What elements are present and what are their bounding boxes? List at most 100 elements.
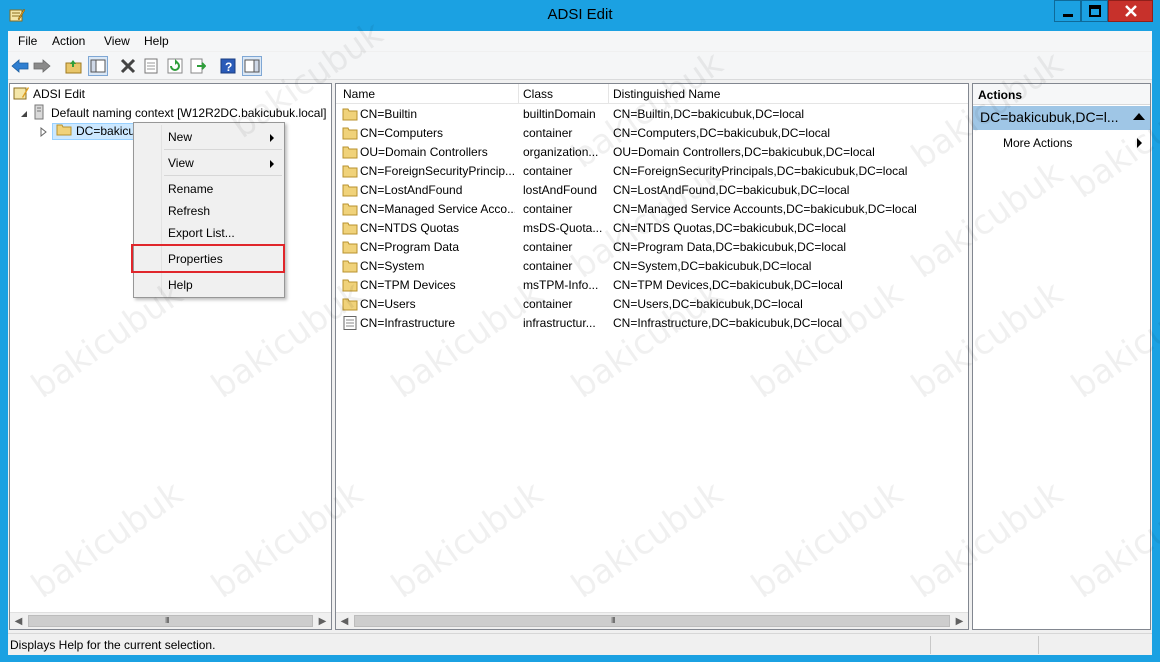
title-bar[interactable]: ADSI Edit	[0, 0, 1160, 30]
back-arrow-icon[interactable]	[10, 56, 30, 76]
maximize-button[interactable]	[1081, 0, 1108, 22]
list-row[interactable]: CN=NTDS Quotas msDS-Quota... CN=NTDS Quota…	[336, 219, 968, 238]
column-separator[interactable]	[518, 84, 519, 104]
grip-icon: III	[165, 616, 170, 625]
folder-icon	[342, 202, 358, 216]
list-cell-name: CN=ForeignSecurityPrincip...	[360, 164, 515, 178]
column-separator[interactable]	[608, 84, 609, 104]
list-cell-class: container	[523, 240, 573, 254]
list-row[interactable]: CN=Program Data container CN=Program Data,…	[336, 238, 968, 257]
minimize-button[interactable]	[1054, 0, 1081, 22]
context-menu-new[interactable]: New	[168, 130, 192, 144]
list-row[interactable]: CN=System container CN=System,DC=bakicubuk…	[336, 257, 968, 276]
list-cell-dn: CN=Computers,DC=bakicubuk,DC=local	[613, 126, 831, 140]
tree-horizontal-scrollbar[interactable]: ◀ III ▶	[10, 612, 331, 629]
list-cell-name: CN=Infrastructure	[360, 316, 456, 330]
list-cell-dn: CN=Builtin,DC=bakicubuk,DC=local	[613, 107, 805, 121]
actions-pane: Actions DC=bakicubuk,DC=l... More Action…	[972, 83, 1151, 630]
show-action-pane-icon[interactable]	[242, 56, 262, 76]
list-row[interactable]: OU=Domain Controllers organization... OU=D…	[336, 143, 968, 162]
menu-file[interactable]: File	[18, 34, 37, 48]
menu-action[interactable]: Action	[52, 34, 85, 48]
collapse-up-triangle-icon[interactable]	[1133, 113, 1145, 120]
help-icon[interactable]: ?	[218, 56, 238, 76]
list-row[interactable]: CN=Managed Service Acco... container CN=Ma…	[336, 200, 968, 219]
folder-icon	[342, 240, 358, 254]
delete-icon[interactable]	[118, 56, 138, 76]
list-cell-dn: CN=NTDS Quotas,DC=bakicubuk,DC=local	[613, 221, 847, 235]
context-menu-export-list[interactable]: Export List...	[168, 226, 235, 240]
scroll-left-arrow-icon[interactable]: ◀	[336, 613, 353, 630]
list-cell-class: builtinDomain	[523, 107, 596, 121]
list-row[interactable]: CN=Computers container CN=Computers,DC=bak…	[336, 124, 968, 143]
expand-triangle-icon[interactable]	[38, 126, 48, 138]
folder-icon	[342, 126, 358, 140]
list-row[interactable]: CN=TPM Devices msTPM-Info... CN=TPM Device…	[336, 276, 968, 295]
list-row[interactable]: CN=Builtin builtinDomain CN=Builtin,DC=bak…	[336, 105, 968, 124]
list-cell-dn: CN=ForeignSecurityPrincipals,DC=bakicubu…	[613, 164, 908, 178]
adsi-edit-icon	[13, 85, 29, 104]
scroll-left-arrow-icon[interactable]: ◀	[10, 613, 27, 630]
list-cell-class: organization...	[523, 145, 599, 159]
scroll-thumb[interactable]	[28, 615, 313, 627]
properties-icon[interactable]	[141, 56, 161, 76]
context-menu-help[interactable]: Help	[168, 278, 193, 292]
folder-icon	[342, 145, 358, 159]
folder-icon	[342, 259, 358, 273]
scroll-right-arrow-icon[interactable]: ▶	[951, 613, 968, 630]
toolbar: ?	[8, 52, 1152, 80]
window-title: ADSI Edit	[547, 6, 613, 23]
list-cell-name: CN=Builtin	[360, 107, 418, 121]
menu-view[interactable]: View	[104, 34, 130, 48]
context-menu-refresh[interactable]: Refresh	[168, 204, 210, 218]
list-cell-dn: CN=TPM Devices,DC=bakicubuk,DC=local	[613, 278, 843, 292]
menu-help[interactable]: Help	[144, 34, 169, 48]
results-list-pane[interactable]: Name Class Distinguished Name CN=Builtin…	[335, 83, 969, 630]
submenu-arrow-icon	[270, 160, 274, 168]
folder-icon	[342, 164, 358, 178]
list-cell-name: CN=Users	[360, 297, 416, 311]
more-actions-link[interactable]: More Actions	[1003, 136, 1072, 150]
list-horizontal-scrollbar[interactable]: ◀ III ▶	[336, 612, 968, 629]
list-cell-class: msDS-Quota...	[523, 221, 603, 235]
context-menu-rename[interactable]: Rename	[168, 182, 213, 196]
list-cell-name: CN=Computers	[360, 126, 444, 140]
list-cell-class: container	[523, 202, 573, 216]
up-folder-icon[interactable]	[64, 56, 84, 76]
actions-selected-header[interactable]: DC=bakicubuk,DC=l...	[973, 106, 1150, 130]
column-header-name[interactable]: Name	[343, 87, 375, 101]
list-cell-dn: CN=Managed Service Accounts,DC=bakicubuk…	[613, 202, 917, 216]
list-row[interactable]: CN=LostAndFound lostAndFound CN=LostAndFou…	[336, 181, 968, 200]
show-hide-tree-icon[interactable]	[88, 56, 108, 76]
scroll-thumb[interactable]	[354, 615, 950, 627]
collapse-triangle-icon[interactable]	[19, 108, 29, 118]
actions-selected-label: DC=bakicubuk,DC=l...	[980, 109, 1119, 125]
context-menu-view[interactable]: View	[168, 156, 194, 170]
list-cell-dn: CN=System,DC=bakicubuk,DC=local	[613, 259, 812, 273]
list-cell-name: CN=LostAndFound	[360, 183, 463, 197]
submenu-arrow-icon	[1137, 138, 1142, 148]
list-row[interactable]: CN=Users container CN=Users,DC=bakicubuk,D…	[336, 295, 968, 314]
status-text: Displays Help for the current selection.	[10, 638, 216, 652]
list-cell-class: container	[523, 164, 573, 178]
scroll-right-arrow-icon[interactable]: ▶	[314, 613, 331, 630]
close-button[interactable]	[1108, 0, 1153, 22]
list-row[interactable]: CN=ForeignSecurityPrincip... container CN=…	[336, 162, 968, 181]
tree-root[interactable]: ADSI Edit	[13, 85, 85, 103]
list-cell-class: msTPM-Info...	[523, 278, 599, 292]
folder-icon	[342, 221, 358, 235]
forward-arrow-icon[interactable]	[32, 56, 52, 76]
status-separator	[930, 636, 931, 654]
column-header-class[interactable]: Class	[523, 87, 553, 101]
folder-icon	[342, 297, 358, 311]
list-cell-dn: CN=Infrastructure,DC=bakicubuk,DC=local	[613, 316, 843, 330]
tree-item-default-naming-context[interactable]: Default naming context [W12R2DC.bakicubu…	[19, 104, 326, 122]
column-header-distinguished-name[interactable]: Distinguished Name	[613, 87, 720, 101]
context-menu-separator	[164, 149, 282, 150]
export-list-icon[interactable]	[188, 56, 208, 76]
list-row[interactable]: CN=Infrastructure infrastructur... CN=Infr…	[336, 314, 968, 333]
refresh-icon[interactable]	[165, 56, 185, 76]
folder-icon	[56, 123, 72, 139]
list-cell-dn: CN=Program Data,DC=bakicubuk,DC=local	[613, 240, 847, 254]
menu-bar: File Action View Help	[8, 31, 1152, 51]
